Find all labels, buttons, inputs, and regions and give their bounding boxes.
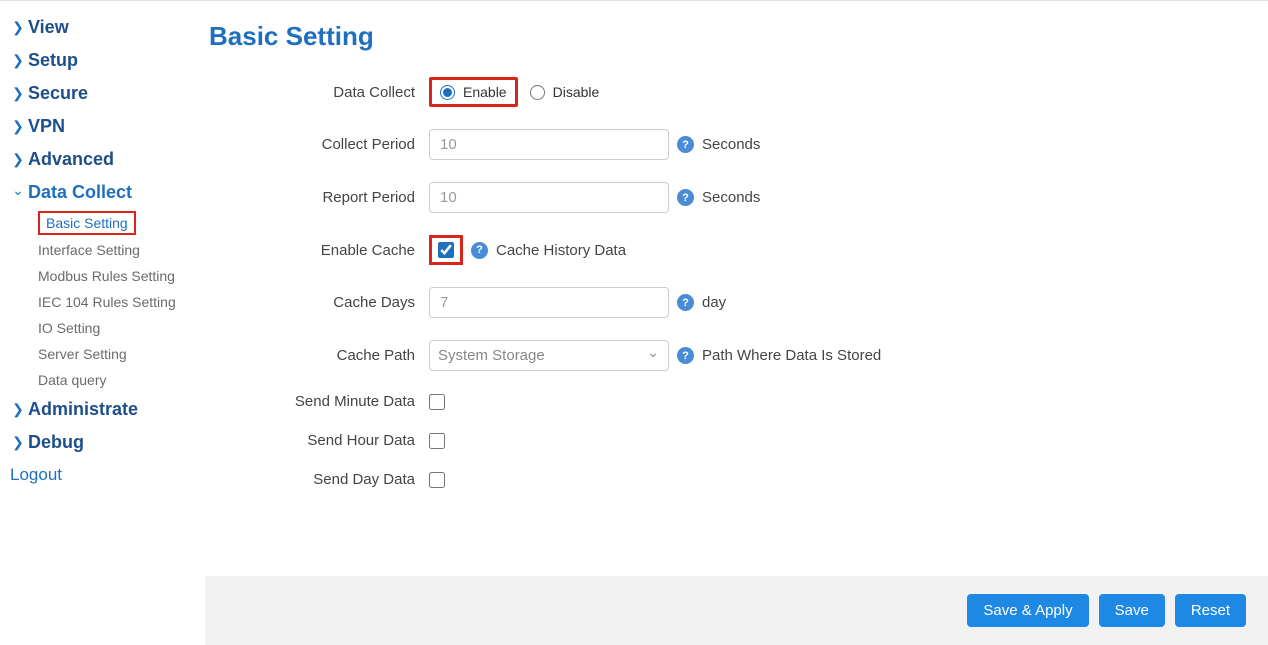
footer-actions: Save & Apply Save Reset [205,576,1268,645]
sidebar-sub-modbus-rules[interactable]: Modbus Rules Setting [38,263,205,289]
sidebar-sub-interface-setting[interactable]: Interface Setting [38,237,205,263]
help-icon[interactable]: ? [677,347,694,364]
row-send-minute: Send Minute Data [209,393,1268,410]
chevron-right-icon: ❯ [8,118,28,135]
chevron-right-icon: ❯ [8,52,28,69]
sidebar-label: Data Collect [28,182,132,203]
radio-enable-label: Enable [463,84,507,100]
sidebar-label: Debug [28,432,84,453]
main-content: Basic Setting Data Collect Enable Disabl… [205,1,1268,645]
help-icon[interactable]: ? [471,242,488,259]
row-enable-cache: Enable Cache ? Cache History Data [209,235,1268,265]
sidebar-sub-io-setting[interactable]: IO Setting [38,315,205,341]
sidebar-sub-basic-setting[interactable]: Basic Setting [38,211,136,235]
row-collect-period: Collect Period ? Seconds [209,129,1268,160]
checkbox-enable-cache-wrap [429,235,463,265]
sidebar-item-setup[interactable]: ❯ Setup [8,44,205,77]
sidebar-item-view[interactable]: ❯ View [8,11,205,44]
select-cache-path[interactable]: System Storage [429,340,669,371]
sidebar-subitems-data-collect: Basic Setting Interface Setting Modbus R… [8,209,205,393]
help-icon[interactable]: ? [677,189,694,206]
help-icon[interactable]: ? [677,294,694,311]
label-cache-days: Cache Days [209,294,429,311]
sidebar-sub-iec104-rules[interactable]: IEC 104 Rules Setting [38,289,205,315]
row-cache-days: Cache Days ? day [209,287,1268,318]
unit-cache-days: day [702,294,726,311]
checkbox-send-minute[interactable] [429,394,445,410]
chevron-right-icon: ❯ [8,401,28,418]
sidebar: ❯ View ❯ Setup ❯ Secure ❯ VPN ❯ Advanced… [0,1,205,645]
sidebar-item-debug[interactable]: ❯ Debug [8,426,205,459]
chevron-down-icon: ⌄ [8,182,28,199]
sidebar-label: Secure [28,83,88,104]
sidebar-sub-server-setting[interactable]: Server Setting [38,341,205,367]
radio-enable[interactable] [440,85,455,100]
sidebar-label: View [28,17,69,38]
sidebar-sub-data-query[interactable]: Data query [38,367,205,393]
sidebar-label: Setup [28,50,78,71]
sidebar-item-data-collect[interactable]: ⌄ Data Collect [8,176,205,209]
hint-enable-cache: Cache History Data [496,242,626,259]
label-enable-cache: Enable Cache [209,242,429,259]
sidebar-label: Advanced [28,149,114,170]
label-send-minute: Send Minute Data [209,393,429,410]
row-cache-path: Cache Path System Storage ? Path Where D… [209,340,1268,371]
chevron-right-icon: ❯ [8,85,28,102]
input-report-period[interactable] [429,182,669,213]
sidebar-item-secure[interactable]: ❯ Secure [8,77,205,110]
label-data-collect: Data Collect [209,84,429,101]
label-collect-period: Collect Period [209,136,429,153]
label-cache-path: Cache Path [209,347,429,364]
sidebar-item-administrate[interactable]: ❯ Administrate [8,393,205,426]
radio-enable-wrap: Enable [429,77,518,107]
chevron-right-icon: ❯ [8,434,28,451]
label-send-day: Send Day Data [209,471,429,488]
unit-report-period: Seconds [702,189,760,206]
unit-collect-period: Seconds [702,136,760,153]
hint-cache-path: Path Where Data Is Stored [702,347,881,364]
page-title: Basic Setting [209,21,1268,52]
input-collect-period[interactable] [429,129,669,160]
chevron-right-icon: ❯ [8,151,28,168]
sidebar-item-advanced[interactable]: ❯ Advanced [8,143,205,176]
checkbox-send-hour[interactable] [429,433,445,449]
radio-disable-wrap: Disable [530,84,600,100]
checkbox-send-day[interactable] [429,472,445,488]
label-report-period: Report Period [209,189,429,206]
row-report-period: Report Period ? Seconds [209,182,1268,213]
checkbox-enable-cache[interactable] [438,242,454,258]
row-send-hour: Send Hour Data [209,432,1268,449]
radio-disable-label: Disable [553,84,600,100]
logout-link[interactable]: Logout [8,459,205,485]
save-apply-button[interactable]: Save & Apply [967,594,1088,627]
save-button[interactable]: Save [1099,594,1165,627]
chevron-right-icon: ❯ [8,19,28,36]
label-send-hour: Send Hour Data [209,432,429,449]
sidebar-label: VPN [28,116,65,137]
input-cache-days[interactable] [429,287,669,318]
sidebar-item-vpn[interactable]: ❯ VPN [8,110,205,143]
radio-disable[interactable] [530,85,545,100]
help-icon[interactable]: ? [677,136,694,153]
row-send-day: Send Day Data [209,471,1268,488]
sidebar-label: Administrate [28,399,138,420]
row-data-collect: Data Collect Enable Disable [209,77,1268,107]
reset-button[interactable]: Reset [1175,594,1246,627]
